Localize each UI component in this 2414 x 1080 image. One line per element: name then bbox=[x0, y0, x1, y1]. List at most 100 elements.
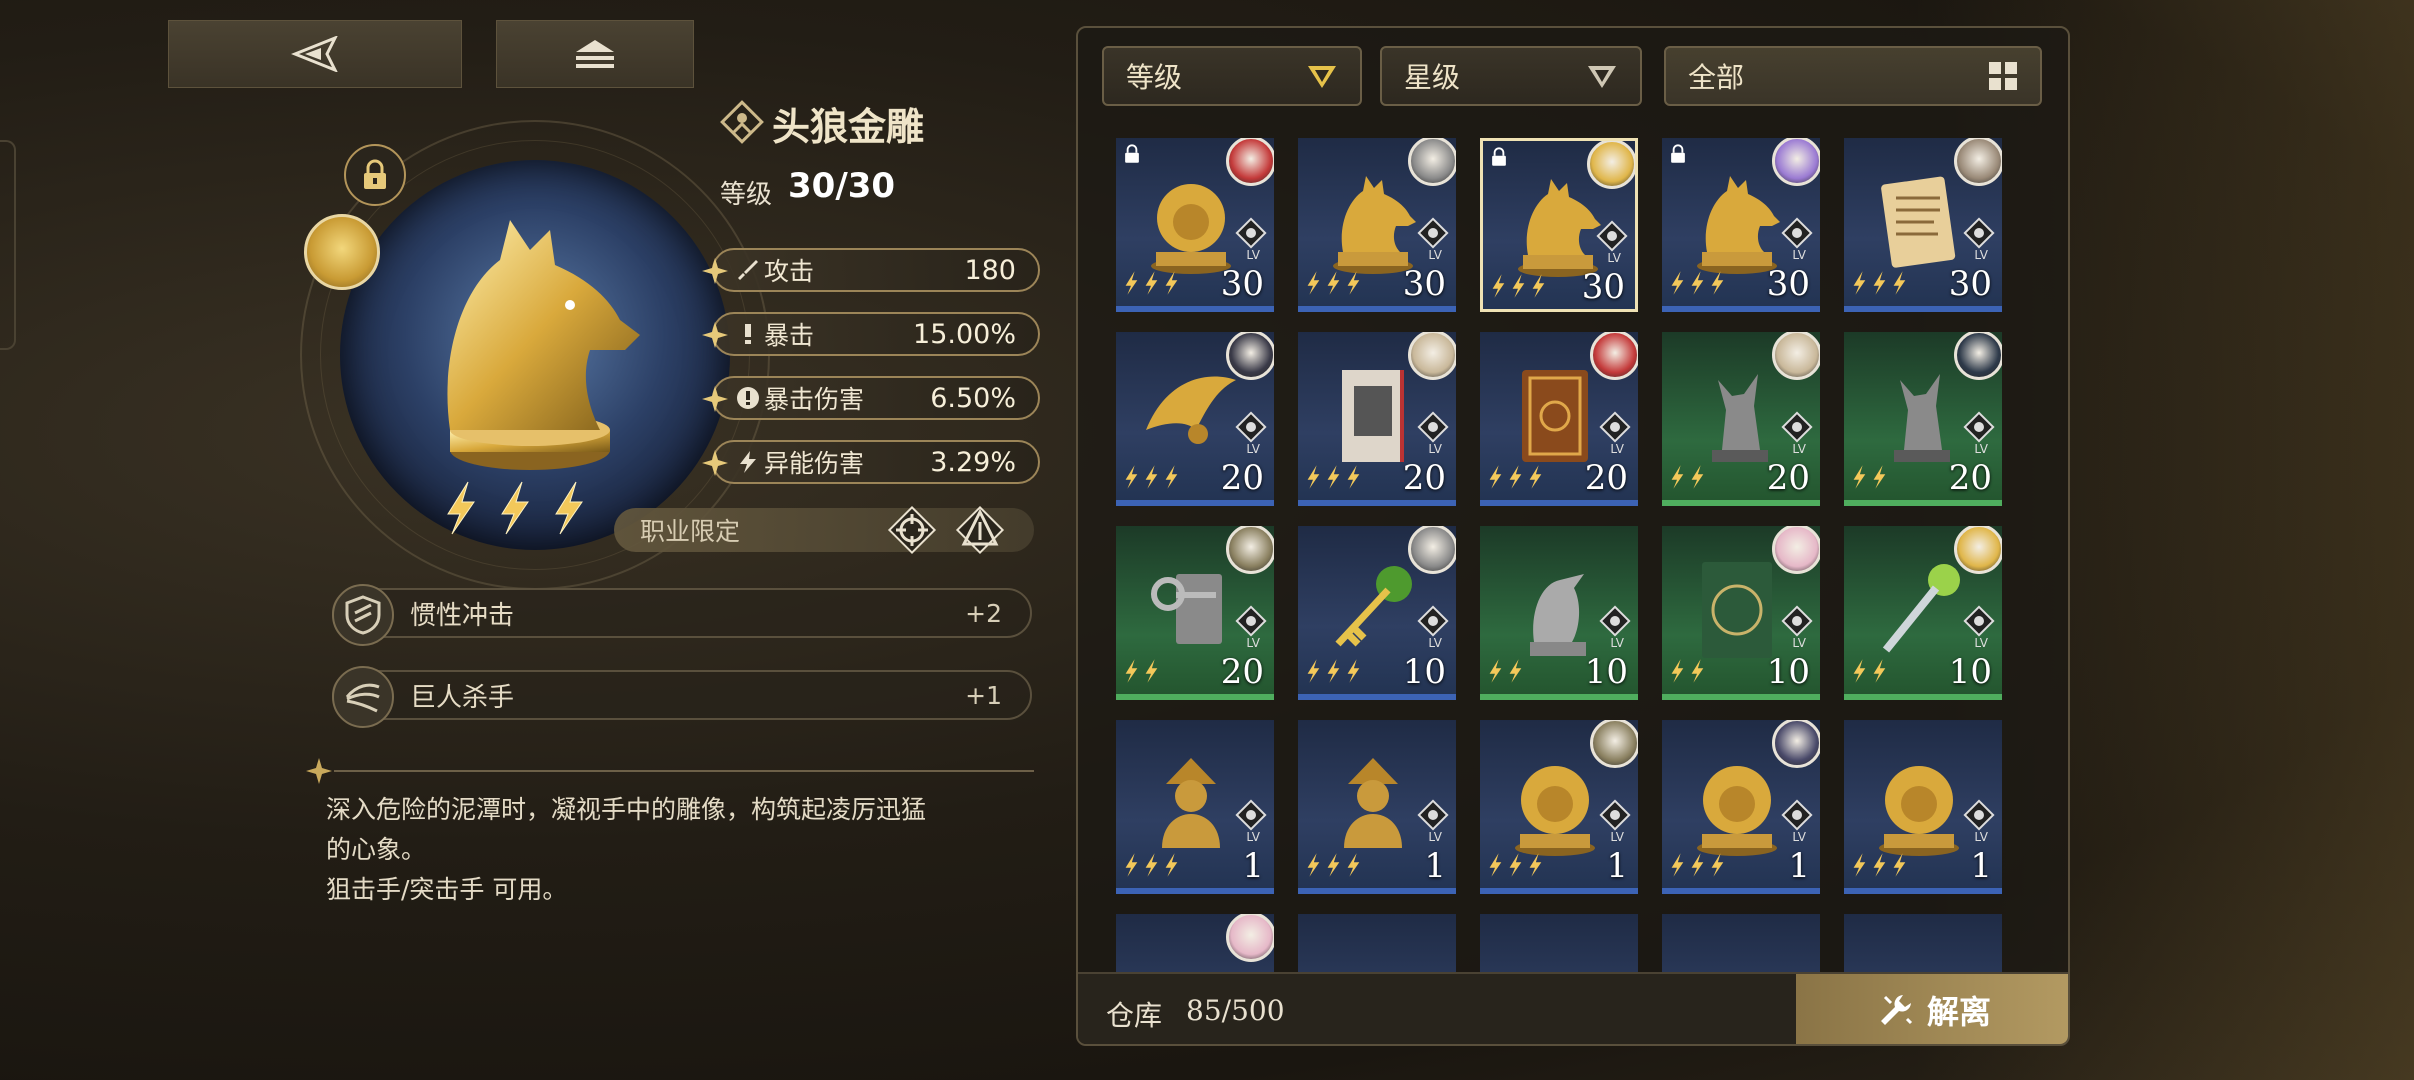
inventory-item[interactable]: LV 1 bbox=[1662, 720, 1820, 894]
star-icon bbox=[1307, 271, 1320, 295]
star-icon bbox=[1853, 853, 1866, 877]
star-icon bbox=[1489, 465, 1502, 489]
item-level: 10 bbox=[1402, 652, 1446, 692]
star-icon bbox=[1125, 271, 1138, 295]
category-filter[interactable]: 全部 bbox=[1664, 46, 2042, 106]
inventory-item[interactable]: LV 1 bbox=[1844, 720, 2002, 894]
inventory-item[interactable]: LV 1 bbox=[1298, 720, 1456, 894]
artifact-thumbnail bbox=[1342, 370, 1404, 462]
lv-tag: LV bbox=[1792, 636, 1806, 650]
inventory-item[interactable]: LV 20 bbox=[1844, 332, 2002, 506]
star-rating bbox=[1668, 464, 1706, 490]
equipped-character-avatar bbox=[1954, 526, 2002, 574]
artifact-thumbnail bbox=[1146, 376, 1236, 444]
storage-label: 仓库 bbox=[1106, 999, 1163, 1032]
star-icon bbox=[1873, 271, 1886, 295]
star-icon bbox=[1307, 465, 1320, 489]
filter-label: 全部 bbox=[1688, 61, 1745, 94]
lv-tag: LV bbox=[1428, 248, 1442, 262]
assault-class-icon[interactable] bbox=[950, 500, 1010, 560]
storage-count: 85/500 bbox=[1186, 994, 1285, 1027]
stat-label: 攻击 bbox=[764, 257, 815, 286]
inventory-item[interactable]: LV 20 bbox=[1116, 526, 1274, 700]
artifact-thumbnail bbox=[1335, 566, 1412, 647]
star-icon bbox=[1307, 659, 1320, 683]
side-drawer-tab[interactable] bbox=[0, 140, 16, 350]
artifact-thumbnail bbox=[1333, 176, 1416, 274]
skill-row[interactable]: 惯性冲击 +2 bbox=[332, 584, 1032, 646]
star-sort-dropdown[interactable]: 星级 bbox=[1380, 46, 1642, 106]
star-icon bbox=[1347, 271, 1360, 295]
inventory-item[interactable]: LV 10 bbox=[1480, 526, 1638, 700]
inventory-item[interactable]: LV 1 bbox=[1116, 720, 1274, 894]
lv-tag: LV bbox=[1974, 636, 1988, 650]
level-sort-dropdown[interactable]: 等级 bbox=[1102, 46, 1362, 106]
skill-row[interactable]: 巨人杀手 +1 bbox=[332, 666, 1032, 728]
star-icon bbox=[1327, 659, 1340, 683]
class-icon bbox=[1963, 799, 1995, 831]
inventory-item[interactable]: LV 20 bbox=[1116, 332, 1274, 506]
star-rating bbox=[1304, 270, 1362, 296]
lock-icon bbox=[1492, 147, 1506, 166]
skill-value: +2 bbox=[965, 598, 1002, 628]
storage-bar: 仓库 85/500 解离 bbox=[1078, 972, 2068, 1044]
inventory-item[interactable]: LV 10 bbox=[1662, 526, 1820, 700]
star-icon bbox=[1327, 465, 1340, 489]
stat-label: 暴击伤害 bbox=[764, 385, 865, 414]
star-icon bbox=[1512, 274, 1525, 298]
artifact-thumbnail bbox=[1344, 758, 1402, 848]
back-arrow-icon bbox=[291, 36, 338, 72]
lock-button[interactable] bbox=[344, 144, 406, 206]
equipped-character-avatar bbox=[1408, 138, 1456, 186]
home-button[interactable] bbox=[496, 20, 694, 88]
star-icon bbox=[1873, 465, 1886, 489]
equipped-character-avatar bbox=[1226, 526, 1274, 574]
inventory-item[interactable]: LV 20 bbox=[1298, 332, 1456, 506]
item-level: 20 bbox=[1766, 458, 1810, 498]
inventory-item[interactable]: LV 30 bbox=[1480, 138, 1638, 312]
artifact-thumbnail bbox=[1151, 574, 1222, 644]
inventory-item[interactable]: LV 30 bbox=[1298, 138, 1456, 312]
item-level: 30 bbox=[1220, 264, 1264, 304]
level-label: 等级 bbox=[720, 180, 773, 210]
class-icon bbox=[1963, 605, 1995, 637]
equipped-character-avatar bbox=[1954, 332, 2002, 380]
stat-crit-damage: 暴击伤害 6.50% bbox=[702, 376, 1040, 420]
dismantle-button[interactable]: 解离 bbox=[1796, 974, 2068, 1044]
equipped-character-avatar bbox=[1587, 141, 1635, 189]
star-icon bbox=[1529, 853, 1542, 877]
class-icon bbox=[1417, 605, 1449, 637]
class-icon bbox=[1781, 411, 1813, 443]
stat-value: 15.00% bbox=[913, 318, 1016, 350]
star-rating bbox=[1486, 658, 1524, 684]
item-level: 20 bbox=[1220, 652, 1264, 692]
inventory-item[interactable]: LV 10 bbox=[1844, 526, 2002, 700]
class-icon bbox=[1596, 220, 1628, 252]
inventory-item[interactable]: LV 20 bbox=[1480, 332, 1638, 506]
item-level: 30 bbox=[1581, 267, 1625, 307]
artifact-name: 头狼金雕 bbox=[772, 104, 925, 149]
equipped-character-avatar[interactable] bbox=[304, 214, 380, 290]
stat-value: 180 bbox=[964, 254, 1016, 286]
back-button[interactable] bbox=[168, 20, 462, 88]
lv-tag: LV bbox=[1428, 830, 1442, 844]
sniper-class-icon[interactable] bbox=[882, 500, 942, 560]
lv-tag: LV bbox=[1246, 830, 1260, 844]
class-icon bbox=[1781, 605, 1813, 637]
item-level: 1 bbox=[1424, 846, 1446, 886]
inventory-item[interactable]: LV 30 bbox=[1116, 138, 1274, 312]
inventory-item[interactable]: LV 30 bbox=[1844, 138, 2002, 312]
class-icon bbox=[1235, 411, 1267, 443]
star-icon bbox=[1489, 853, 1502, 877]
star-icon bbox=[1489, 659, 1502, 683]
lv-tag: LV bbox=[1607, 251, 1621, 265]
inventory-item[interactable]: LV 20 bbox=[1662, 332, 1820, 506]
inventory-item[interactable]: LV 30 bbox=[1662, 138, 1820, 312]
equipped-character-avatar bbox=[1408, 526, 1456, 574]
item-level: 30 bbox=[1402, 264, 1446, 304]
inventory-item[interactable]: LV 1 bbox=[1480, 720, 1638, 894]
inventory-item[interactable]: LV 10 bbox=[1298, 526, 1456, 700]
description-line: 狙击手/突击手 可用。 bbox=[326, 875, 568, 904]
star-icon bbox=[1893, 853, 1906, 877]
artifact-thumbnail bbox=[1879, 766, 1959, 856]
